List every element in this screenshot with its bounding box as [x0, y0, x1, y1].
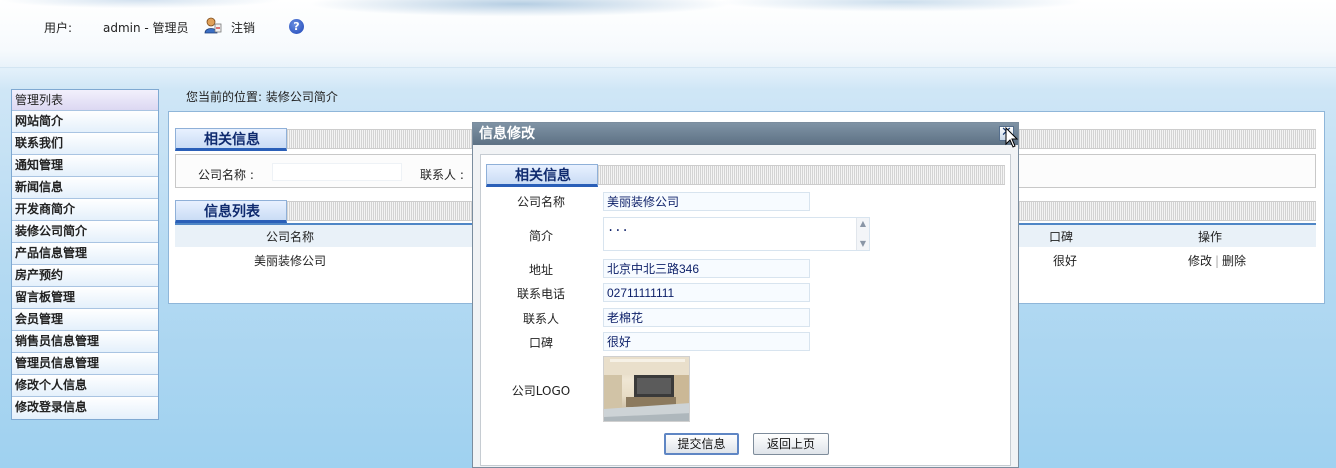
company-name-input[interactable]: [272, 163, 402, 181]
address-label: 地址: [528, 263, 553, 277]
cell-company-name: 美丽装修公司: [253, 254, 326, 268]
user-label: 用户:: [44, 21, 73, 35]
logo-label: 公司LOGO: [511, 384, 571, 398]
cell-reputation: 很好: [1052, 254, 1077, 268]
sidebar-item-reservations[interactable]: 房产预约: [12, 265, 158, 287]
mouse-cursor-icon: [1005, 127, 1019, 148]
col-reputation: 口碑: [1048, 230, 1073, 244]
top-header: 用户: admin - 管理员 注销 ?: [0, 0, 1336, 68]
sidebar-item-contact-us[interactable]: 联系我们: [12, 133, 158, 155]
sidebar-item-developer-intro[interactable]: 开发商简介: [12, 199, 158, 221]
sidebar-item-members[interactable]: 会员管理: [12, 309, 158, 331]
scroll-down-icon[interactable]: ▼: [857, 238, 869, 250]
sidebar-item-edit-login[interactable]: 修改登录信息: [12, 397, 158, 419]
scroll-up-icon[interactable]: ▲: [857, 218, 869, 230]
contact-label: 联系人 :: [420, 168, 464, 182]
intro-label: 简介: [528, 229, 553, 243]
edit-link[interactable]: 修改: [1188, 254, 1212, 268]
company-name-field[interactable]: [603, 192, 810, 211]
reputation-label: 口碑: [528, 336, 553, 350]
col-actions: 操作: [1197, 230, 1222, 244]
company-name-label: 公司名称 :: [198, 168, 254, 182]
phone-label: 联系电话: [516, 287, 565, 301]
back-button[interactable]: 返回上页: [753, 433, 829, 455]
edit-info-dialog: 信息修改 ✕ 相关信息 公司名称 简介 ... ▲ ▼ 地址 联系电话 联系人 …: [472, 122, 1019, 468]
user-name: admin - 管理员: [103, 21, 189, 35]
reputation-field[interactable]: [603, 332, 810, 351]
dialog-form: 相关信息 公司名称 简介 ... ▲ ▼ 地址 联系电话 联系人 口碑 公司LO…: [480, 154, 1011, 466]
sidebar-item-admins[interactable]: 管理员信息管理: [12, 353, 158, 375]
cell-actions: 修改 | 删除: [1187, 254, 1247, 268]
dialog-section-tab: 相关信息: [486, 164, 598, 187]
dialog-title: 信息修改: [479, 126, 535, 142]
address-field[interactable]: [603, 259, 810, 278]
help-icon[interactable]: ?: [289, 19, 304, 34]
contact-field[interactable]: [603, 308, 810, 327]
sidebar-item-decoration-company[interactable]: 装修公司简介: [12, 221, 158, 243]
company-name-label: 公司名称: [516, 195, 565, 209]
company-logo-image: [603, 356, 690, 422]
logout-link[interactable]: 注销: [231, 19, 255, 36]
sidebar-item-edit-profile[interactable]: 修改个人信息: [12, 375, 158, 397]
dialog-section-bar: 相关信息: [486, 164, 1005, 187]
sidebar-item-message-board[interactable]: 留言板管理: [12, 287, 158, 309]
sidebar-menu: 管理列表 网站简介 联系我们 通知管理 新闻信息 开发商简介 装修公司简介 产品…: [11, 89, 159, 420]
breadcrumb: 您当前的位置: 装修公司简介: [186, 90, 338, 104]
col-company-name: 公司名称: [265, 230, 314, 244]
sidebar-title: 管理列表: [12, 90, 158, 111]
intro-scrollbar[interactable]: ▲ ▼: [856, 218, 869, 250]
submit-button[interactable]: 提交信息: [664, 433, 739, 455]
sidebar-item-salespeople[interactable]: 销售员信息管理: [12, 331, 158, 353]
sidebar-item-products[interactable]: 产品信息管理: [12, 243, 158, 265]
phone-field[interactable]: [603, 283, 810, 302]
delete-link[interactable]: 删除: [1222, 254, 1246, 268]
intro-textarea[interactable]: ...: [603, 217, 870, 251]
related-info-tab: 相关信息: [175, 128, 287, 151]
sidebar-item-news[interactable]: 新闻信息: [12, 177, 158, 199]
dialog-titlebar: 信息修改 ✕: [473, 123, 1018, 145]
logout-user-icon[interactable]: [204, 17, 222, 34]
sidebar-item-notices[interactable]: 通知管理: [12, 155, 158, 177]
contact-label: 联系人: [522, 312, 559, 326]
info-list-tab: 信息列表: [175, 200, 287, 223]
sidebar-item-website-intro[interactable]: 网站简介: [12, 111, 158, 133]
